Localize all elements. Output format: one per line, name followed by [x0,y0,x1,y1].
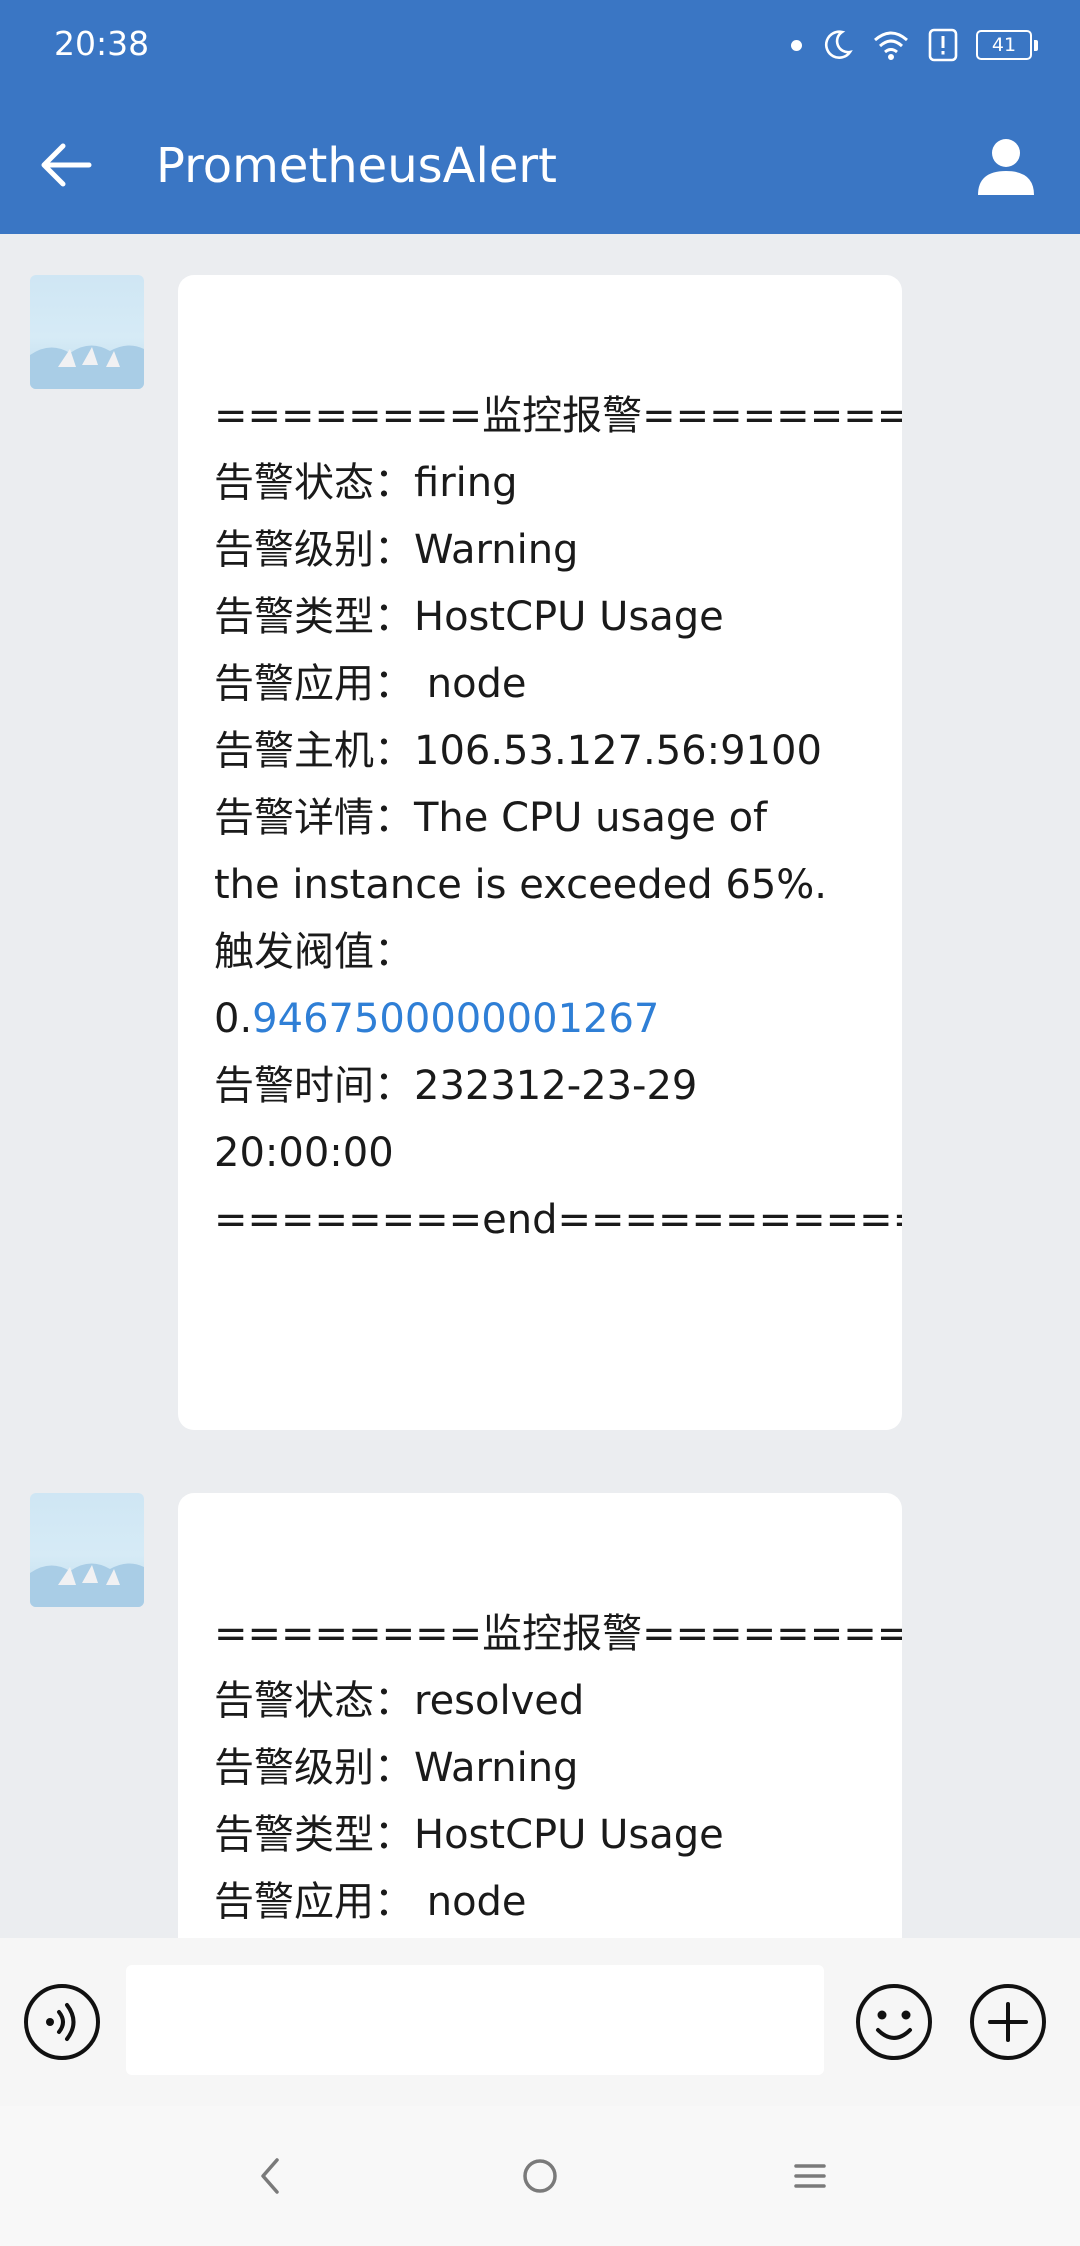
threshold-prefix: 0. [214,996,253,1042]
smile-icon [856,1984,932,2060]
voice-icon [24,1984,100,2060]
circle-home-icon [523,2159,557,2193]
message-line: 告警级别：Warning [214,527,579,573]
nav-menu-button[interactable] [770,2146,850,2206]
message-line: 触发阀值： [214,929,414,975]
message-line: the instance is exceeded 65%. [214,862,828,908]
message-line: 告警主机：106.53.127.56:9100 [214,728,822,774]
message-composer [0,1938,1080,2106]
user-icon [978,139,1034,195]
arrow-left-icon [41,143,92,187]
profile-button[interactable] [968,128,1044,204]
threshold-number-link[interactable]: 9467500000001267 [252,996,659,1042]
avatar-image-icon [30,345,144,389]
battery-tip [1034,39,1038,51]
battery-indicator: 41 [976,30,1038,60]
menu-icon [794,2164,826,2188]
more-button[interactable] [968,1982,1048,2062]
sender-avatar[interactable] [30,1493,144,1607]
nav-home-button[interactable] [500,2146,580,2206]
message-line: 告警应用： node [214,661,527,707]
message-line: 告警类型：HostCPU Usage [214,594,724,640]
moon-icon [824,30,853,59]
back-button[interactable] [30,130,100,200]
message-line: 20:00:00 [214,1130,394,1176]
sender-avatar[interactable] [30,275,144,389]
message-line: 告警状态：firing [214,460,518,506]
alert-icon [928,28,958,62]
message-bubble[interactable]: ========监控报警========== 告警状态：firing 告警级别：… [178,275,902,1430]
plus-icon [970,1984,1046,2060]
app-title: PrometheusAlert [156,138,557,194]
message-line: 告警级别：Warning [214,1745,579,1791]
message-line: 告警详情：The CPU usage of [214,795,768,841]
threshold-line: 0.9467500000001267 [214,986,902,1053]
voice-button[interactable] [22,1982,102,2062]
message-line: 告警状态：resolved [214,1678,585,1724]
chevron-left-icon [261,2158,279,2194]
wifi-icon [874,31,908,60]
message-line: ========end============ [214,1197,902,1243]
avatar-image-icon [30,1563,144,1607]
message-line: 告警应用： node [214,1879,527,1925]
status-time: 20:38 [54,24,150,63]
message-input[interactable] [126,1965,824,2075]
nav-back-button[interactable] [230,2146,310,2206]
system-nav-bar [0,2106,1080,2246]
status-icons: 41 [791,22,1038,68]
message-bubble[interactable]: ========监控报警========== 告警状态：resolved 告警级… [178,1493,902,1938]
notification-dot-icon [791,39,802,51]
message-line: ========监控报警========== [214,1611,902,1657]
emoji-button[interactable] [854,1982,934,2062]
message-line: 告警类型：HostCPU Usage [214,1812,724,1858]
message-line: 告警时间：232312-23-29 [214,1063,698,1109]
message-line: ========监控报警========== [214,393,902,439]
app-header: 20:38 41 PrometheusAlert [0,0,1080,234]
battery-level: 41 [976,30,1032,60]
